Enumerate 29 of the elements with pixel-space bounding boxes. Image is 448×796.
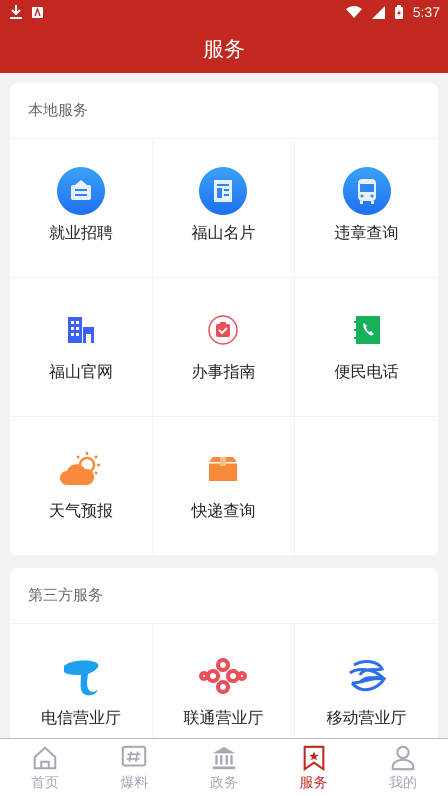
section-title: 第三方服务	[27, 585, 104, 606]
briefcase-icon	[56, 167, 105, 215]
signal-icon	[372, 6, 385, 18]
service-item[interactable]: 违章查询	[295, 139, 438, 278]
weather-icon	[58, 451, 103, 487]
clipboard-check-icon	[208, 315, 238, 345]
knot-logo-icon	[199, 656, 248, 696]
newspaper-icon	[199, 167, 248, 215]
person-icon	[389, 744, 418, 772]
home-icon	[30, 744, 59, 772]
building-icon	[66, 316, 95, 344]
service-item[interactable]: 办事指南	[152, 278, 296, 417]
bus-icon	[342, 167, 391, 215]
service-item[interactable]: 便民电话	[295, 278, 438, 417]
service-item[interactable]: 天气预报	[10, 417, 153, 556]
service-item[interactable]: 福山名片	[152, 139, 296, 278]
download-icon	[10, 5, 22, 19]
tab-item[interactable]: 服务	[268, 739, 358, 796]
phone-book-icon	[352, 315, 381, 345]
service-item[interactable]: 福山官网	[10, 278, 153, 417]
battery-icon	[394, 5, 403, 19]
app-notification-icon	[32, 6, 43, 18]
page-title: 服务	[203, 36, 245, 62]
wifi-icon	[346, 6, 362, 18]
service-item[interactable]: 就业招聘	[10, 139, 153, 278]
section-title: 本地服务	[27, 100, 89, 121]
package-icon	[208, 456, 238, 482]
status-time: 5:37	[412, 4, 440, 20]
service-item[interactable]: 快递查询	[152, 417, 296, 556]
